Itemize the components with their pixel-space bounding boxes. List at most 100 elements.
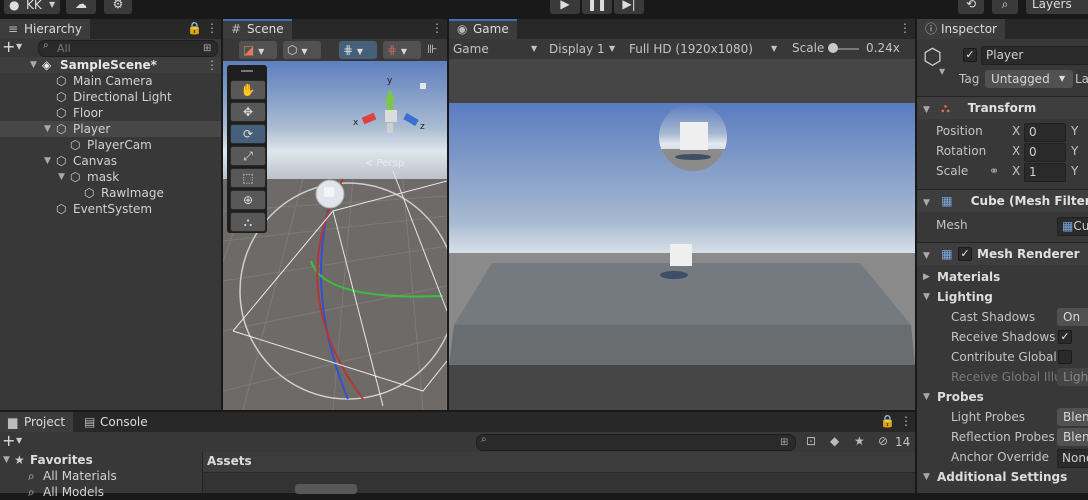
tab-scene-label: Scene (247, 22, 284, 36)
play-button[interactable]: ▶ (550, 0, 580, 14)
top-toolbar: ● KK ▼ ☁ ⚙ ▶ ❚❚ ▶| ⟲ ⌕ Layers (0, 0, 1088, 17)
transform-header[interactable]: ▼ ⛬ Transform (917, 96, 1088, 119)
grid-snap-dropdown[interactable]: ⋕ ▼ (383, 41, 421, 59)
pause-button[interactable]: ❚❚ (582, 0, 612, 14)
scene-root-row[interactable]: ▼ ◈ SampleScene* ⋮ (0, 57, 221, 73)
hierarchy-item[interactable]: ⬡ Main Camera (0, 73, 221, 89)
rotate-tool-button[interactable]: ⟳ (230, 124, 266, 144)
search-filter-icon[interactable]: ⊞ (780, 435, 788, 450)
favorite-item[interactable]: ⌕ All Models (0, 484, 202, 500)
display-dropdown[interactable]: Display 1 ▼ (549, 40, 621, 58)
hierarchy-item[interactable]: ⬡ EventSystem (0, 201, 221, 217)
kebab-menu-icon[interactable]: ⋮ (900, 414, 912, 428)
additional-settings-row[interactable]: ▼ Additional Settings (917, 467, 1088, 487)
snap-toggle[interactable]: ⋕ ▼ (339, 41, 377, 59)
game-viewport[interactable] (449, 103, 915, 365)
favorite-item[interactable]: ⌕ All Materials (0, 468, 202, 484)
project-toolbar: + ▼ ⌕ ⊞ ⊡ ◆ ★ ⊘ 14 (0, 431, 915, 452)
receive-shadows-checkbox[interactable]: ✓ (1058, 330, 1072, 344)
rotation-x-field[interactable]: 0 (1024, 143, 1066, 162)
kebab-menu-icon[interactable]: ⋮ (431, 21, 443, 35)
link-icon[interactable]: ⚭ (989, 161, 999, 181)
layers-dropdown[interactable]: Layers (1026, 0, 1088, 14)
scale-slider[interactable] (827, 43, 859, 53)
reflection-probes-dropdown[interactable]: Blen (1057, 428, 1088, 446)
tag-dropdown[interactable]: Untagged ▼ (985, 70, 1073, 88)
move-tool-button[interactable]: ✥ (230, 102, 266, 122)
tab-project[interactable]: ▆ Project (0, 412, 74, 432)
filter-icon[interactable]: ⊞ (203, 41, 211, 56)
materials-row[interactable]: ▶ Materials (917, 267, 1088, 287)
mesh-filter-header[interactable]: ▼ ▦ Cube (Mesh Filter) (917, 189, 1088, 212)
transform-tool-button[interactable]: ⊕ (230, 190, 266, 210)
position-x-field[interactable]: 0 (1024, 123, 1066, 142)
history-button[interactable]: ⟲ (958, 0, 984, 14)
persp-label[interactable]: < Persp (365, 158, 404, 169)
cast-shadows-dropdown[interactable]: On (1057, 308, 1088, 326)
chevron-down-icon: ▼ (400, 47, 408, 56)
hierarchy-item[interactable]: ⬡ Directional Light (0, 89, 221, 105)
object-name-field[interactable]: Player (981, 46, 1088, 65)
hierarchy-item[interactable]: ⬡ RawImage (0, 185, 221, 201)
project-search-input[interactable]: ⌕ ⊞ (476, 434, 796, 451)
hierarchy-item[interactable]: ▼ ⬡ Canvas (0, 153, 221, 169)
tab-hierarchy[interactable]: ≡ Hierarchy (0, 19, 91, 39)
search-by-type-icon[interactable]: ⊡ (806, 434, 816, 448)
scale-tool-button[interactable]: ⤢ (230, 146, 266, 166)
draw-mode-dropdown[interactable]: ◪ ▼ (239, 41, 277, 59)
anchor-override-field[interactable]: None (1057, 449, 1088, 468)
mesh-field[interactable]: ▦Cu (1057, 217, 1088, 236)
hierarchy-item[interactable]: ⬡ PlayerCam (0, 137, 221, 153)
hidden-packages-icon[interactable]: ⊘ (878, 434, 888, 448)
shading-dropdown[interactable]: ⬡ ▼ (283, 41, 321, 59)
kebab-menu-icon[interactable]: ⋮ (899, 21, 911, 35)
favorites-row[interactable]: ▼ ★ Favorites (0, 452, 202, 468)
add-icon[interactable]: + (2, 37, 15, 56)
tab-console[interactable]: ▤ Console (76, 412, 156, 432)
hierarchy-item[interactable]: ⬡ Floor (0, 105, 221, 121)
collab-button[interactable]: ⚙ (104, 0, 132, 14)
mesh-renderer-enabled-checkbox[interactable]: ✓ (958, 247, 972, 261)
hierarchy-item-selected[interactable]: ▼ ⬡ Player (0, 121, 221, 137)
palette-drag-handle[interactable] (241, 70, 253, 72)
scale-x-field[interactable]: 1 (1024, 163, 1066, 182)
scale-slider-knob[interactable] (827, 43, 838, 53)
active-checkbox[interactable]: ✓ (963, 48, 977, 62)
account-dropdown[interactable]: ● KK ▼ (4, 0, 60, 14)
contribute-gi-checkbox[interactable] (1058, 350, 1072, 364)
hierarchy-search-input[interactable]: ⌕ All ⊞ (38, 40, 218, 57)
tab-inspector[interactable]: ⓘ Inspector (917, 19, 1005, 39)
lock-icon[interactable]: 🔒 (880, 414, 895, 428)
kebab-menu-icon[interactable]: ⋮ (206, 21, 218, 35)
expand-arrow-icon: ▼ (923, 392, 930, 402)
tab-scene[interactable]: # Scene (223, 19, 292, 39)
add-icon[interactable]: + (2, 431, 15, 450)
favorite-star-icon[interactable]: ★ (854, 434, 865, 448)
position-label: Position (936, 124, 983, 138)
cloud-button[interactable]: ☁ (66, 0, 96, 14)
step-button[interactable]: ▶| (614, 0, 644, 14)
search-button[interactable]: ⌕ (992, 0, 1018, 14)
rotation-label: Rotation (936, 144, 987, 158)
rect-tool-button[interactable]: ⬚ (230, 168, 266, 188)
mesh-renderer-header[interactable]: ▼ ▦ ✓ Mesh Renderer (917, 242, 1088, 265)
expand-arrow-icon: ▼ (923, 472, 930, 482)
assets-breadcrumb-label[interactable]: Assets (207, 454, 252, 468)
lock-icon[interactable]: 🔒 (187, 21, 202, 35)
view-tool-button[interactable]: ✋ (230, 80, 266, 100)
lighting-row[interactable]: ▼ Lighting (917, 287, 1088, 307)
label-icon[interactable]: ◆ (830, 434, 839, 448)
rect-icon: ⬚ (242, 171, 254, 185)
probes-row[interactable]: ▼ Probes (917, 387, 1088, 407)
light-probes-dropdown[interactable]: Blen (1057, 408, 1088, 426)
chevron-down-icon: ▼ (16, 436, 23, 445)
hierarchy-item[interactable]: ▼ ⬡ mask (0, 169, 221, 185)
ruler-icon[interactable]: ⊪ (427, 42, 437, 56)
resolution-dropdown[interactable]: Full HD (1920x1080) ▼ (629, 40, 783, 58)
cast-shadows-row: Cast Shadows On (917, 307, 1088, 327)
custom-tool-button[interactable]: ⛬ (230, 212, 266, 232)
kebab-menu-icon[interactable]: ⋮ (206, 57, 218, 73)
tab-game[interactable]: ◉ Game (449, 19, 517, 39)
mesh-icon: ▦ (1062, 219, 1074, 233)
game-mode-dropdown[interactable]: Game ▼ (453, 40, 539, 58)
